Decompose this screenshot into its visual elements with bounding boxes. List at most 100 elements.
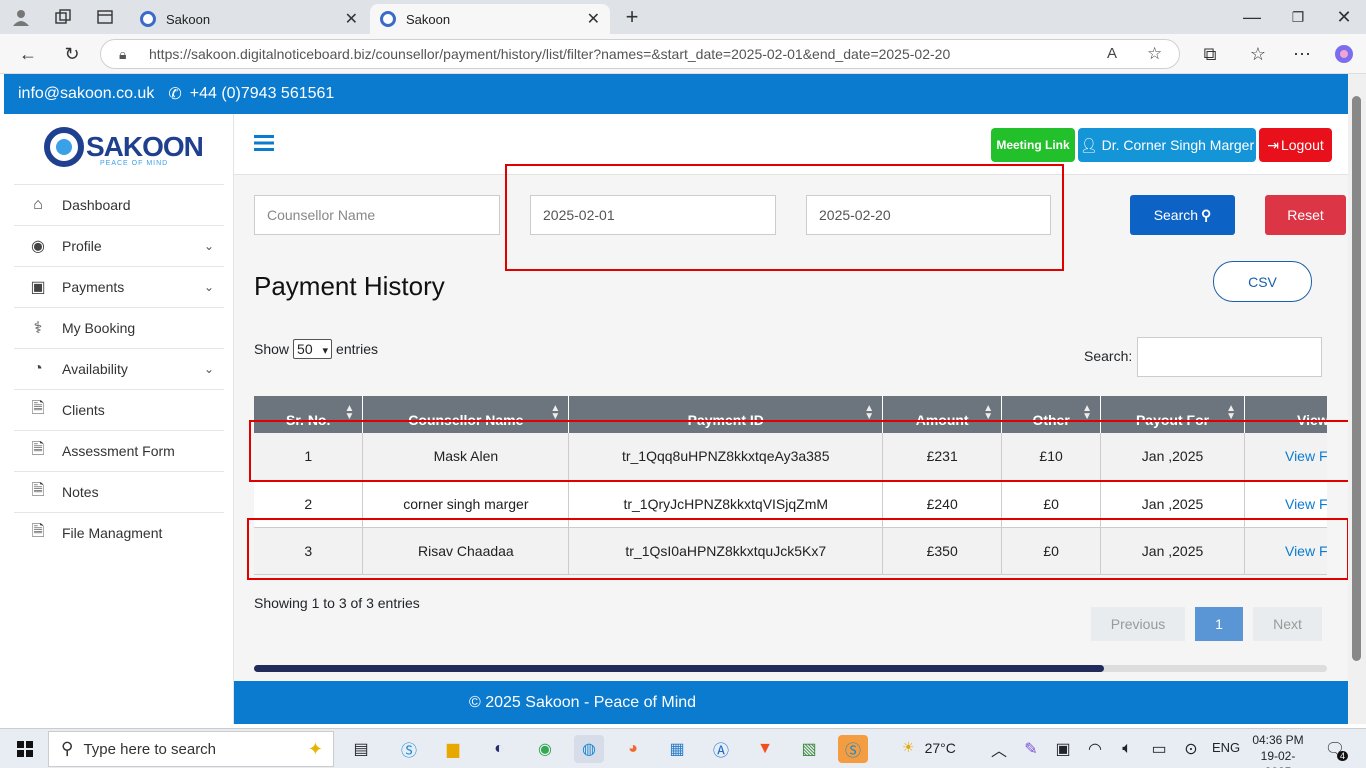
brave-icon[interactable]: ▼ [750, 735, 780, 763]
sidebar-item-dashboard[interactable]: ⌂ Dashboard [14, 184, 224, 225]
table-search-input[interactable] [1137, 337, 1322, 377]
wifi-icon[interactable]: ◠ [1080, 735, 1110, 763]
sidebar-item-my-booking[interactable]: ⚕ My Booking [14, 307, 224, 348]
sidebar-item-notes[interactable]: 🗎︎ Notes [14, 471, 224, 512]
language-indicator[interactable]: ENG [1212, 740, 1240, 755]
column-header-payment-id[interactable]: Payment ID ▲ ▼ [568, 396, 884, 433]
table-row: 3 Risav Chaadaa tr_1QsI0aHPNZ8kkxtquJck5… [254, 527, 1327, 575]
sidebar-item-assessment-form[interactable]: 🗎︎ Assessment Form [14, 430, 224, 471]
favorite-star-icon[interactable]: ☆ [1147, 44, 1162, 64]
workspaces-icon[interactable] [52, 6, 74, 28]
column-header-counsellor-name[interactable]: Counsellor Name ▲ ▼ [362, 396, 570, 433]
chevron-down-icon: ⌄ [203, 239, 214, 253]
app-icon[interactable]: ▦ [662, 735, 692, 763]
hotspot-icon[interactable]: ⊙ [1176, 735, 1206, 763]
volume-icon[interactable]: 🔈︎ [1112, 735, 1142, 763]
clock-time: 04:36 PM [1252, 733, 1304, 747]
more-menu-icon[interactable]: ⋯ [1290, 42, 1314, 66]
address-bar[interactable]: 🔒︎ https://sakoon.digitalnoticeboard.biz… [100, 39, 1180, 69]
read-aloud-icon[interactable]: A [1107, 45, 1117, 62]
column-header-other[interactable]: Other ▲ ▼ [1001, 396, 1102, 433]
hamburger-menu-icon[interactable] [254, 134, 274, 152]
horizontal-scrollbar-thumb[interactable] [254, 665, 1104, 672]
logout-button[interactable]: ⇥ Logout [1259, 128, 1332, 162]
column-header-payout-for[interactable]: Payout For ▲ ▼ [1100, 396, 1245, 433]
search-button[interactable]: Search ⚲ [1130, 195, 1235, 235]
skype-icon[interactable]: Ⓢ [394, 735, 424, 763]
app-store-icon[interactable]: Ⓐ [706, 735, 736, 763]
eclipse-icon[interactable]: ◐ [484, 735, 514, 763]
extensions-icon[interactable]: ⧉ [1198, 42, 1222, 66]
restore-icon[interactable]: ❐ [1286, 6, 1310, 28]
notification-center-icon[interactable]: 🗨︎ 4 [1320, 735, 1350, 763]
view-link[interactable]: View F [1244, 433, 1327, 481]
sidebar-item-clients[interactable]: 🗎︎ Clients [14, 389, 224, 430]
previous-page-button[interactable]: Previous [1091, 607, 1185, 641]
start-date-input[interactable]: 2025-02-01 [530, 195, 776, 235]
site-footer: © 2025 Sakoon - Peace of Mind [234, 681, 1348, 724]
edge-icon[interactable]: ◍ [574, 735, 604, 763]
page-1-button[interactable]: 1 [1195, 607, 1243, 641]
contact-email[interactable]: info@sakoon.co.uk [18, 85, 154, 103]
sidebar-item-profile[interactable]: ◉ Profile ⌄ [14, 225, 224, 266]
reset-button[interactable]: Reset [1265, 195, 1346, 235]
close-tab-icon[interactable]: ✕ [345, 9, 358, 29]
browser-tab-1[interactable]: Sakoon ✕ [130, 4, 368, 34]
column-header-amount[interactable]: Amount ▲ ▼ [882, 396, 1003, 433]
entries-select[interactable]: 50 ▾ [293, 339, 333, 359]
browser-tab-2-active[interactable]: Sakoon ✕ [370, 4, 610, 34]
sort-icon: ▲ ▼ [864, 403, 875, 422]
sidebar-item-availability[interactable]: ◔ Availability ⌄ [14, 348, 224, 389]
taskbar-search-box[interactable]: ⚲ Type here to search ✦ [48, 731, 334, 767]
column-label: Counsellor Name [408, 411, 524, 428]
vertical-scrollbar-thumb[interactable] [1352, 96, 1361, 661]
windows-start-icon[interactable] [10, 735, 40, 763]
minimize-icon[interactable]: — [1240, 6, 1264, 28]
pen-icon[interactable]: ✎ [1016, 735, 1046, 763]
end-date-input[interactable]: 2025-02-20 [806, 195, 1051, 235]
close-window-icon[interactable]: ✕ [1332, 6, 1356, 28]
sidebar: SAKOON PEACE OF MIND ⌂ Dashboard ◉ Profi… [4, 114, 234, 724]
vertical-scrollbar[interactable] [1348, 74, 1366, 724]
favorites-icon[interactable]: ☆ [1246, 42, 1270, 66]
weather-icon: ☀ [902, 739, 915, 755]
sakoon-logo[interactable]: SAKOON PEACE OF MIND [44, 122, 204, 172]
device-icon[interactable]: ▣ [1048, 735, 1078, 763]
sidebar-item-file-managment[interactable]: 🗎︎ File Managment [14, 512, 224, 553]
tab-actions-icon[interactable] [94, 6, 116, 28]
close-tab-icon[interactable]: ✕ [587, 9, 600, 29]
view-link[interactable]: View F [1244, 527, 1327, 575]
column-header-view[interactable]: View [1244, 396, 1327, 433]
copilot-icon[interactable] [1332, 42, 1356, 66]
horizontal-scrollbar[interactable] [254, 665, 1327, 672]
sidebar-item-label: Availability [62, 361, 128, 377]
cell-payout-for: Jan ,2025 [1100, 480, 1245, 528]
battery-icon[interactable]: ▭ [1144, 735, 1174, 763]
next-page-button[interactable]: Next [1253, 607, 1322, 641]
view-link[interactable]: View F [1244, 480, 1327, 528]
taskbar-clock[interactable]: 04:36 PM 19-02-2025 [1248, 732, 1308, 768]
sort-icon: ▲ ▼ [344, 403, 355, 422]
meeting-link-button[interactable]: Meeting Link [991, 128, 1075, 162]
new-tab-button[interactable]: + [620, 4, 644, 30]
spreadsheet-icon[interactable]: ▧ [794, 735, 824, 763]
file-explorer-icon[interactable]: ▆ [438, 735, 468, 763]
skype-active-icon[interactable]: Ⓢ [838, 735, 868, 763]
weather-widget[interactable]: ☀ 27°C [902, 739, 956, 756]
column-header-sr-no[interactable]: Sr. No. ▲ ▼ [254, 396, 364, 433]
firefox-icon[interactable]: ◕ [618, 735, 648, 763]
refresh-icon[interactable]: ↻ [60, 42, 84, 66]
csv-button[interactable]: CSV [1213, 261, 1312, 302]
user-profile-button[interactable]: 👤︎ Dr. Corner Singh Marger [1078, 128, 1256, 162]
chrome-icon[interactable]: ◉ [530, 735, 560, 763]
task-view-icon[interactable]: ▤ [346, 735, 376, 763]
sidebar-item-payments[interactable]: ▣ Payments ⌄ [14, 266, 224, 307]
column-label: Amount [915, 411, 969, 428]
contact-phone[interactable]: +44 (0)7943 561561 [190, 85, 335, 103]
profile-icon[interactable] [8, 6, 34, 28]
cell-other: £0 [1001, 527, 1102, 575]
logout-label: Logout [1280, 137, 1324, 153]
back-icon[interactable]: ← [16, 42, 40, 66]
counsellor-name-input[interactable]: Counsellor Name [254, 195, 500, 235]
chevron-up-icon[interactable]: ︿ [984, 735, 1014, 763]
